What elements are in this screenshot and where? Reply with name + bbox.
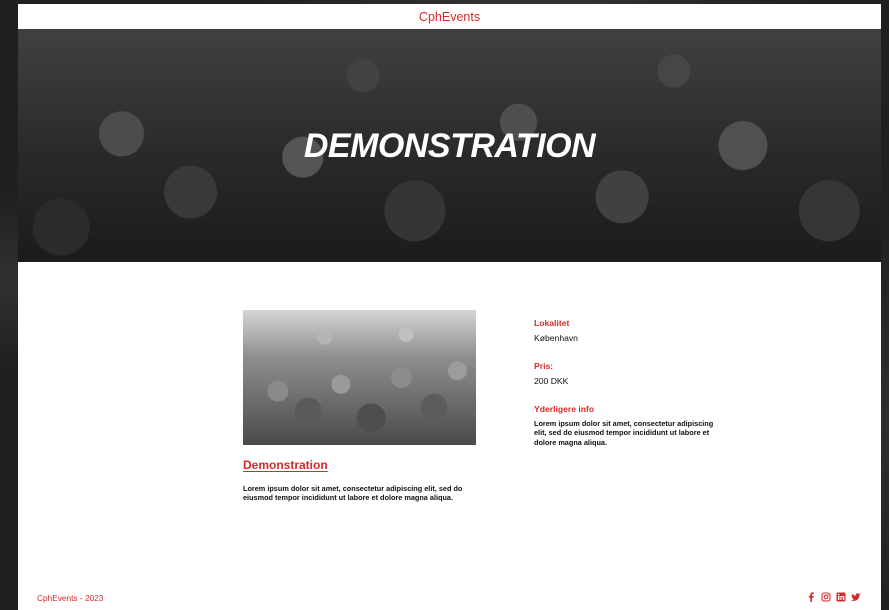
location-block: Lokalitet København [534, 318, 578, 343]
event-title: Demonstration [243, 458, 328, 472]
hero-title: DEMONSTRATION [303, 127, 596, 165]
hero-banner: DEMONSTRATION [18, 29, 881, 262]
linkedin-icon[interactable] [836, 592, 846, 602]
more-info-block: Yderligere info Lorem ipsum dolor sit am… [534, 404, 714, 447]
event-content: Demonstration Lorem ipsum dolor sit amet… [18, 262, 881, 592]
footer-copyright: CphEvents - 2023 [37, 593, 104, 603]
price-block: Pris: 200 DKK [534, 361, 568, 386]
page-container: CphEvents DEMONSTRATION Demonstration Lo… [18, 4, 881, 610]
more-info-value: Lorem ipsum dolor sit amet, consectetur … [534, 419, 714, 447]
twitter-icon[interactable] [851, 592, 861, 602]
price-value: 200 DKK [534, 376, 569, 386]
event-photo [243, 310, 476, 445]
instagram-icon[interactable] [821, 592, 831, 602]
facebook-icon[interactable] [806, 592, 816, 602]
location-value: København [534, 333, 578, 343]
social-links [806, 592, 861, 602]
top-navbar: CphEvents [18, 4, 881, 29]
footer: CphEvents - 2023 [18, 590, 881, 610]
location-label: Lokalitet [534, 318, 570, 328]
event-description: Lorem ipsum dolor sit amet, consectetur … [243, 484, 463, 503]
brand-logo-link[interactable]: CphEvents [419, 10, 480, 24]
more-info-label: Yderligere info [534, 404, 595, 414]
price-label: Pris: [534, 361, 554, 371]
